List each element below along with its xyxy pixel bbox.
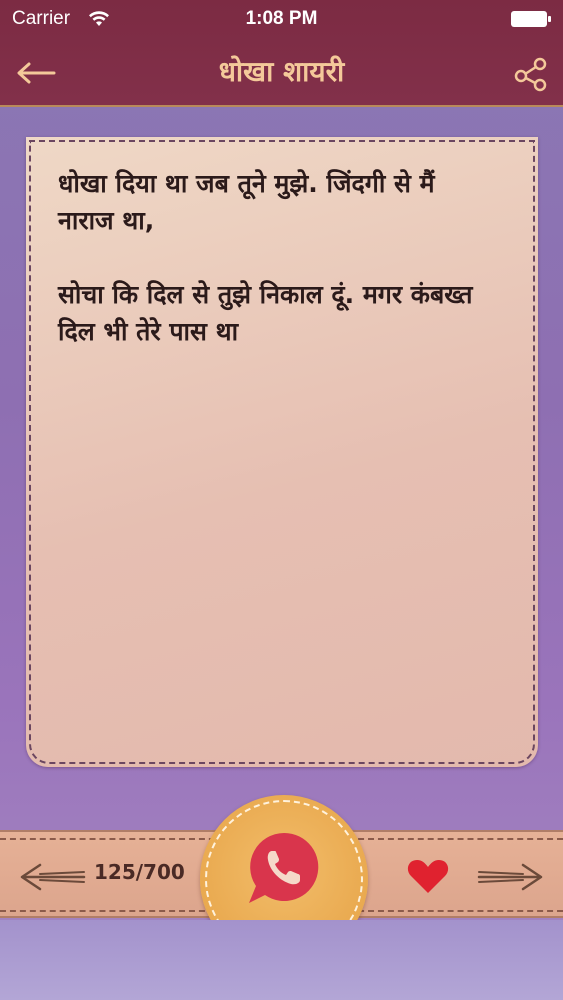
bottom-background: [0, 920, 563, 1000]
shayari-counter: 125/700: [94, 860, 185, 884]
arrow-left-icon: [17, 62, 56, 84]
back-button[interactable]: [14, 56, 58, 90]
shayari-line: धोखा दिया था जब तूने मुझे. जिंदगी से मैं…: [58, 169, 435, 235]
whatsapp-icon: [249, 832, 319, 903]
arrow-left-icon: [20, 863, 86, 891]
favorite-button[interactable]: [406, 857, 450, 895]
navigation-bar: Carrier 1:08 PM धोखा शायरी: [0, 0, 563, 107]
shayari-line: सोचा कि दिल से तुझे निकाल दूं. मगर कंबख्…: [58, 280, 473, 346]
whatsapp-share-button[interactable]: [245, 829, 323, 907]
shayari-card: धोखा दिया था जब तूने मुझे. जिंदगी से मैं…: [26, 137, 538, 767]
share-button[interactable]: [513, 56, 549, 92]
shayari-text: धोखा दिया था जब तूने मुझे. जिंदगी से मैं…: [58, 165, 498, 387]
battery-icon: [511, 11, 551, 27]
page-title: धोखा शायरी: [218, 55, 345, 88]
arrow-right-icon: [477, 863, 543, 891]
share-icon: [514, 57, 547, 92]
heart-icon: [407, 860, 449, 893]
next-button[interactable]: [475, 860, 545, 894]
status-bar: Carrier 1:08 PM: [0, 0, 563, 38]
status-time: 1:08 PM: [245, 8, 318, 29]
previous-button[interactable]: [18, 860, 88, 894]
